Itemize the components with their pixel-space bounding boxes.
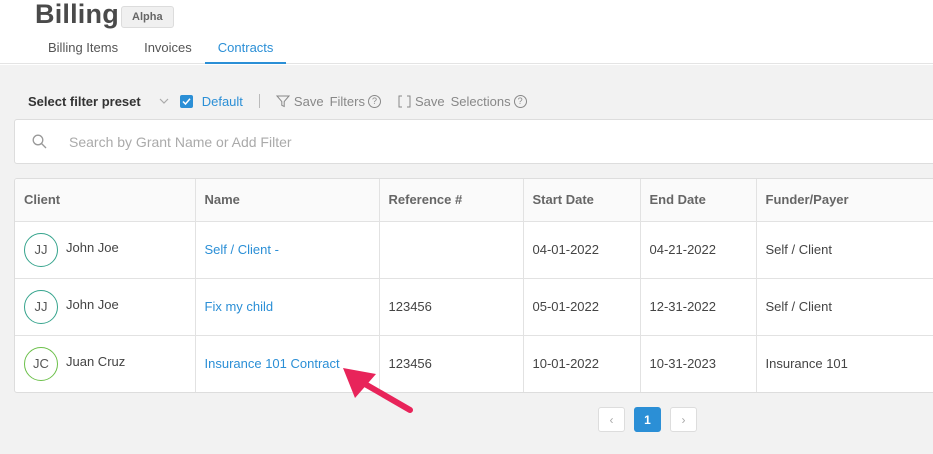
table-row[interactable]: JC Juan Cruz Insurance 101 Contract 1234…	[15, 335, 933, 392]
default-checkbox[interactable]	[179, 94, 193, 108]
avatar: JJ	[24, 232, 58, 267]
search-icon	[32, 134, 47, 149]
client-cell: JC Juan Cruz	[24, 346, 195, 381]
divider	[258, 94, 260, 108]
column-header-name[interactable]: Name	[195, 179, 380, 222]
avatar: JC	[24, 346, 58, 381]
prev-page-button[interactable]: ‹	[598, 407, 625, 432]
start-date-cell: 04-01-2022	[523, 221, 641, 279]
filter-icon	[275, 95, 290, 107]
reference-cell: 123456	[379, 278, 524, 336]
client-name: John Joe	[66, 297, 119, 312]
page-title: Billing	[35, 0, 119, 29]
start-date-cell: 10-01-2022	[523, 335, 641, 392]
reference-cell	[379, 221, 524, 279]
table-header-row: Client Name Reference # Start Date End D…	[15, 179, 933, 222]
column-header-reference[interactable]: Reference #	[379, 179, 524, 222]
end-date-cell: 12-31-2022	[640, 278, 757, 336]
funder-cell: Self / Client	[756, 221, 933, 279]
funder-cell: Self / Client	[756, 278, 933, 336]
check-icon	[182, 97, 191, 105]
contract-name-link[interactable]: Self / Client -	[205, 242, 279, 257]
alpha-badge: Alpha	[121, 6, 174, 28]
client-name: John Joe	[66, 240, 119, 255]
selections-label: Selections	[450, 93, 511, 109]
column-header-client[interactable]: Client	[15, 179, 196, 222]
default-preset-label[interactable]: Default	[202, 94, 243, 109]
column-header-funder[interactable]: Funder/Payer	[756, 179, 933, 222]
client-cell: JJ John Joe	[24, 232, 195, 267]
tab-billing-items[interactable]: Billing Items	[35, 36, 131, 64]
start-date-cell: 05-01-2022	[523, 278, 641, 336]
selection-bracket-icon	[398, 95, 411, 107]
column-header-end-date[interactable]: End Date	[640, 179, 757, 222]
tab-bar: Billing Items Invoices Contracts	[35, 36, 287, 64]
pagination: ‹ 1 ›	[598, 407, 697, 432]
tab-invoices[interactable]: Invoices	[131, 36, 205, 64]
save-label: Save	[414, 93, 445, 109]
chevron-down-icon[interactable]	[159, 96, 169, 106]
contract-name-link[interactable]: Insurance 101 Contract	[205, 356, 340, 371]
reference-cell: 123456	[379, 335, 524, 392]
end-date-cell: 04-21-2022	[640, 221, 757, 279]
save-selections-button[interactable]: Save Selections ?	[398, 94, 527, 109]
filters-label: Filters	[329, 93, 365, 109]
page-button[interactable]: 1	[634, 407, 661, 432]
contract-name-link[interactable]: Fix my child	[205, 299, 274, 314]
save-label: Save	[293, 93, 324, 109]
search-bar	[14, 119, 933, 164]
avatar: JJ	[24, 289, 58, 324]
save-filters-button[interactable]: Save Filters ?	[275, 93, 381, 109]
end-date-cell: 10-31-2023	[640, 335, 757, 392]
funder-cell: Insurance 101	[765, 356, 848, 372]
table-row[interactable]: JJ John Joe Self / Client - 04-01-2022 0…	[15, 221, 933, 279]
filter-preset-label: Select filter preset	[28, 93, 141, 109]
help-icon[interactable]: ?	[513, 94, 527, 108]
column-header-start-date[interactable]: Start Date	[523, 179, 641, 222]
table-row[interactable]: JJ John Joe Fix my child 123456 05-01-20…	[15, 278, 933, 336]
client-cell: JJ John Joe	[24, 289, 195, 324]
next-page-button[interactable]: ›	[670, 407, 697, 432]
filter-toolbar: Select filter preset Default Save Filter…	[28, 92, 527, 110]
client-name: Juan Cruz	[66, 354, 126, 370]
page-header: Billing Alpha Billing Items Invoices Con…	[0, 0, 933, 64]
search-input[interactable]	[69, 131, 669, 153]
main-content: Select filter preset Default Save Filter…	[0, 65, 933, 454]
help-icon[interactable]: ?	[367, 94, 381, 108]
tab-contracts[interactable]: Contracts	[204, 36, 287, 64]
contracts-table: Client Name Reference # Start Date End D…	[14, 178, 933, 393]
